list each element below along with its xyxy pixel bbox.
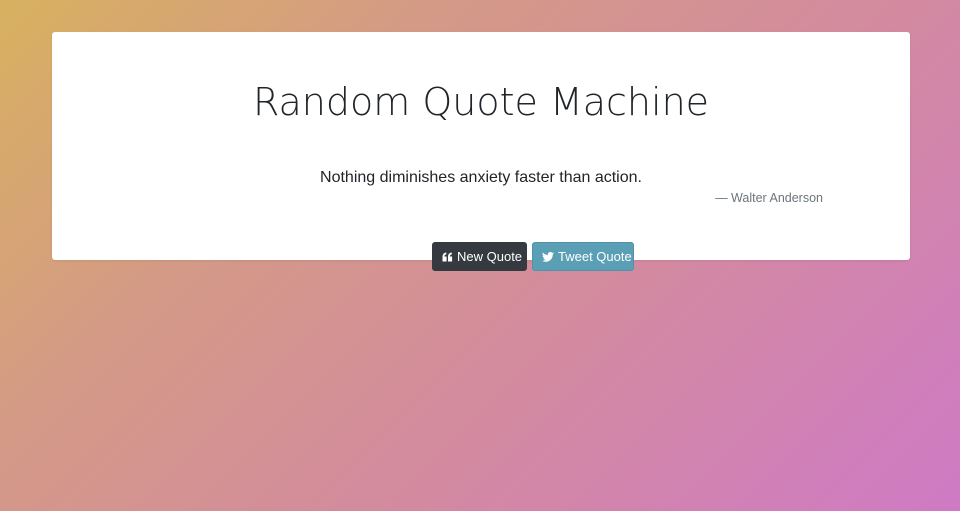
tweet-quote-button[interactable]: Tweet Quote [532, 242, 634, 271]
tweet-quote-label: Tweet Quote [558, 249, 632, 264]
quote-box: Random Quote Machine Nothing diminishes … [52, 32, 910, 271]
page-title: Random Quote Machine [252, 80, 710, 124]
new-quote-label: New Quote [457, 249, 523, 264]
quote-left-icon [442, 251, 453, 263]
quote-author: — Walter Anderson [715, 191, 823, 205]
quote-text: Nothing diminishes anxiety faster than a… [320, 169, 642, 186]
twitter-icon [542, 251, 554, 263]
new-quote-button[interactable]: New Quote [432, 242, 527, 271]
